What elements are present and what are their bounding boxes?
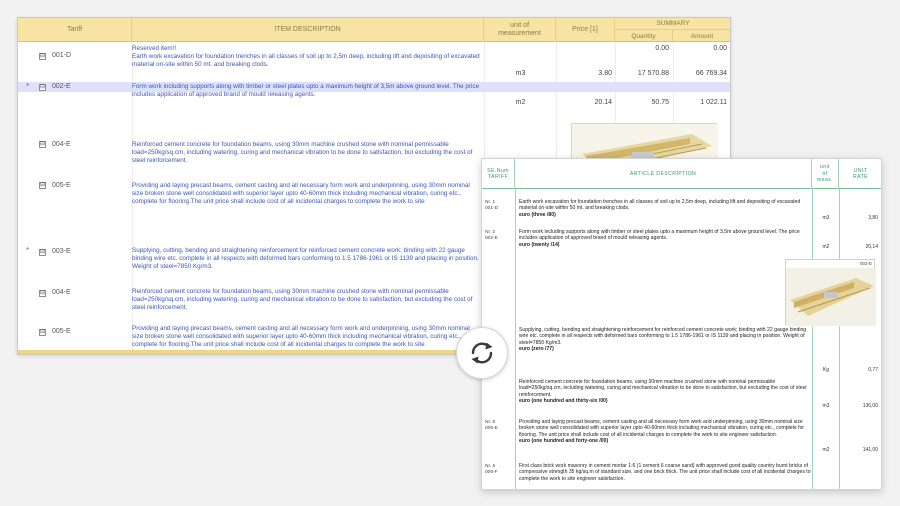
tariff-code: 005-E: [52, 182, 71, 189]
number-tariff-column-header: SE.Num TARIFF: [482, 159, 515, 189]
item-description: Providing and laying precast beams, ceme…: [132, 325, 470, 348]
sync-arrows-icon: [471, 342, 493, 364]
formwork-photo: [786, 268, 876, 326]
expand-toggle-icon[interactable]: ⊟: [39, 249, 46, 256]
row-marker: *: [26, 246, 30, 255]
unit-of-measure: Kg: [822, 367, 830, 373]
article-number: Nr. 2 002-E: [485, 230, 498, 241]
report-column-divider: [839, 189, 840, 489]
article-text: Form work including supports along with …: [519, 229, 800, 242]
item-description: Form work including supports along with …: [132, 83, 480, 98]
price-in-words: euro (zero /77): [519, 346, 554, 353]
article-description: First class brick work masonry in cement…: [519, 463, 811, 482]
quantity-value: 0.00: [655, 45, 669, 52]
unit-rate-column-header: UNIT RATE: [852, 167, 869, 181]
expand-toggle-icon[interactable]: ⊟: [39, 290, 46, 297]
quantity-value: 50.75: [651, 99, 669, 106]
price-in-words: euro (three /80): [519, 211, 556, 218]
article-number: Nr. 6 006-F: [485, 464, 498, 475]
expand-toggle-icon[interactable]: ⊟: [39, 141, 46, 148]
item-description: Providing and laying precast beams, ceme…: [132, 182, 470, 205]
unit-of-measure: m2: [822, 447, 830, 453]
item-description: Reserved item!! Earth work excavation fo…: [132, 45, 480, 68]
article-description: Earth work excavation for foundation tre…: [519, 199, 811, 218]
unit-rate: 3,80: [868, 215, 878, 221]
item-description-column-header[interactable]: ITEM DESCRIPTION: [132, 18, 484, 42]
price-in-words: euro (one hundred and forty-one /00): [519, 438, 609, 445]
article-text: Supplying, cutting, bending and straight…: [519, 327, 807, 346]
price-column-header[interactable]: Price [1]: [556, 18, 615, 42]
article-description-column-header: ARTICLE DESCRIPTION: [515, 159, 812, 189]
price-value: 3.80: [598, 70, 612, 77]
article-text: Earth work excavation for foundation tre…: [519, 199, 801, 212]
unit-rate: 20,14: [865, 244, 878, 250]
article-number: Nr. 5 005-E: [485, 420, 498, 431]
quantity-column-header[interactable]: Quantity: [615, 30, 673, 42]
unit-rate: 141,00: [862, 447, 878, 453]
article-description: Supplying, cutting, bending and straight…: [519, 327, 811, 353]
unit-rate: 0,77: [868, 367, 878, 373]
unit-value: m2: [515, 99, 526, 106]
item-description: Reinforced cement concrete for foundatio…: [132, 141, 473, 164]
report-column-divider: [812, 189, 813, 489]
amount-value: 66 769.34: [695, 70, 727, 77]
article-description: Form work including supports along with …: [519, 229, 811, 248]
report-item-image: 002-E: [785, 259, 876, 326]
table-row[interactable]: ⊟ 001-D Reserved item!! Earth work excav…: [18, 44, 730, 84]
article-text: Providing and laying precast beams, ceme…: [519, 419, 805, 438]
price-value: 20.14: [594, 99, 612, 106]
unit-of-measure-column-header: unit of meas.: [812, 159, 839, 189]
tariff-code: 003-E: [52, 248, 71, 255]
unit-value: m3: [515, 70, 526, 77]
expand-toggle-icon[interactable]: ⊟: [39, 329, 46, 336]
expand-toggle-icon[interactable]: ⊟: [39, 182, 46, 189]
amount-value: 1 022.11: [700, 99, 727, 106]
item-description: Supplying, cutting, bending and straight…: [132, 247, 479, 270]
tariff-code: 005-E: [52, 328, 71, 335]
unit-of-measure: m3: [822, 215, 830, 221]
tariff-code: 004-E: [52, 289, 71, 296]
image-tag: 002-E: [859, 261, 872, 266]
price-in-words: euro (one hundred and thirty-six /00): [519, 398, 608, 405]
grid-header: Tariff ITEM DESCRIPTION unit of measurem…: [18, 18, 730, 42]
amount-column-header[interactable]: Amount: [673, 30, 730, 42]
row-marker: *: [26, 82, 30, 91]
tariff-column-header[interactable]: Tariff: [18, 18, 132, 42]
amount-value: 0.00: [713, 45, 727, 52]
article-description: Reinforced cement concrete for foundatio…: [519, 379, 811, 405]
article-text: First class brick work masonry in cement…: [519, 463, 811, 482]
article-number: Nr. 1 001-D: [485, 200, 499, 211]
report-header: SE.Num TARIFF ARTICLE DESCRIPTION unit o…: [482, 159, 881, 189]
price-in-words: euro (twenty /14): [519, 241, 560, 248]
tariff-code: 004-E: [52, 141, 71, 148]
sync-icon[interactable]: [456, 327, 508, 379]
expand-toggle-icon[interactable]: ⊟: [39, 53, 46, 60]
summary-column-header: SUMMARY: [615, 18, 730, 30]
tariff-code: 001-D: [52, 52, 72, 59]
item-description: Reinforced cement concrete for foundatio…: [132, 288, 473, 311]
tariff-code: 002-E: [52, 83, 71, 90]
unit-of-measure: m2: [822, 244, 830, 250]
unit-rate: 136,00: [862, 403, 878, 409]
article-description: Providing and laying precast beams, ceme…: [519, 419, 811, 445]
unit-column-header[interactable]: unit of measurement: [484, 18, 556, 42]
unit-of-measure: m3: [822, 403, 830, 409]
report-column-divider: [515, 189, 516, 489]
printed-report-preview: SE.Num TARIFF ARTICLE DESCRIPTION unit o…: [481, 158, 882, 490]
article-text: Reinforced cement concrete for foundatio…: [519, 379, 807, 398]
quantity-value: 17 570.88: [637, 70, 669, 77]
expand-toggle-icon[interactable]: ⊟: [39, 84, 46, 91]
